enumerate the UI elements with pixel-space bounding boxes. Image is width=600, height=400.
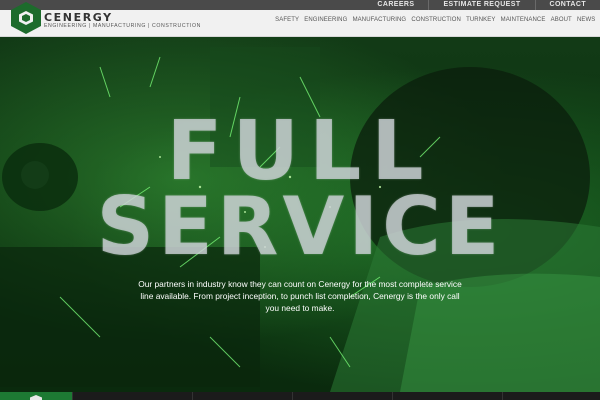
utility-nav: CAREERS ESTIMATE REQUEST CONTACT (363, 0, 600, 10)
utility-link-contact[interactable]: CONTACT (534, 0, 600, 10)
utility-link-careers[interactable]: CAREERS (363, 0, 428, 10)
brand-tagline: ENGINEERING | MANUFACTURING | CONSTRUCTI… (44, 23, 202, 29)
hero-description: Our partners in industry know they can c… (138, 279, 462, 314)
nav-news[interactable]: NEWS (574, 17, 598, 23)
nav-safety[interactable]: SAFETY (273, 17, 302, 23)
bottom-nav-item[interactable] (292, 392, 392, 400)
nav-about[interactable]: ABOUT (548, 17, 574, 23)
nav-engineering[interactable]: ENGINEERING (302, 17, 350, 23)
bottom-nav-item[interactable] (392, 392, 502, 400)
bottom-nav-item[interactable] (192, 392, 292, 400)
nav-turnkey[interactable]: TURNKEY (464, 17, 499, 23)
bottom-nav-home[interactable] (0, 392, 72, 400)
nav-maintenance[interactable]: MAINTENANCE (498, 17, 548, 23)
hero-title-line2: SERVICE (96, 180, 504, 273)
bottom-nav-bar (0, 392, 600, 400)
bottom-nav-item[interactable] (502, 392, 600, 400)
hero-banner: FULL SERVICE Our partners in industry kn… (0, 37, 600, 392)
utility-bar: CAREERS ESTIMATE REQUEST CONTACT (0, 0, 600, 10)
bottom-nav-item[interactable] (72, 392, 192, 400)
utility-link-estimate-request[interactable]: ESTIMATE REQUEST (428, 0, 534, 10)
site-header: CENERGY ENGINEERING | MANUFACTURING | CO… (0, 2, 600, 37)
main-nav: SAFETY ENGINEERING MANUFACTURING CONSTRU… (273, 17, 598, 23)
nav-construction[interactable]: CONSTRUCTION (409, 17, 464, 23)
hexagon-icon (30, 395, 42, 400)
nav-manufacturing[interactable]: MANUFACTURING (350, 17, 409, 23)
